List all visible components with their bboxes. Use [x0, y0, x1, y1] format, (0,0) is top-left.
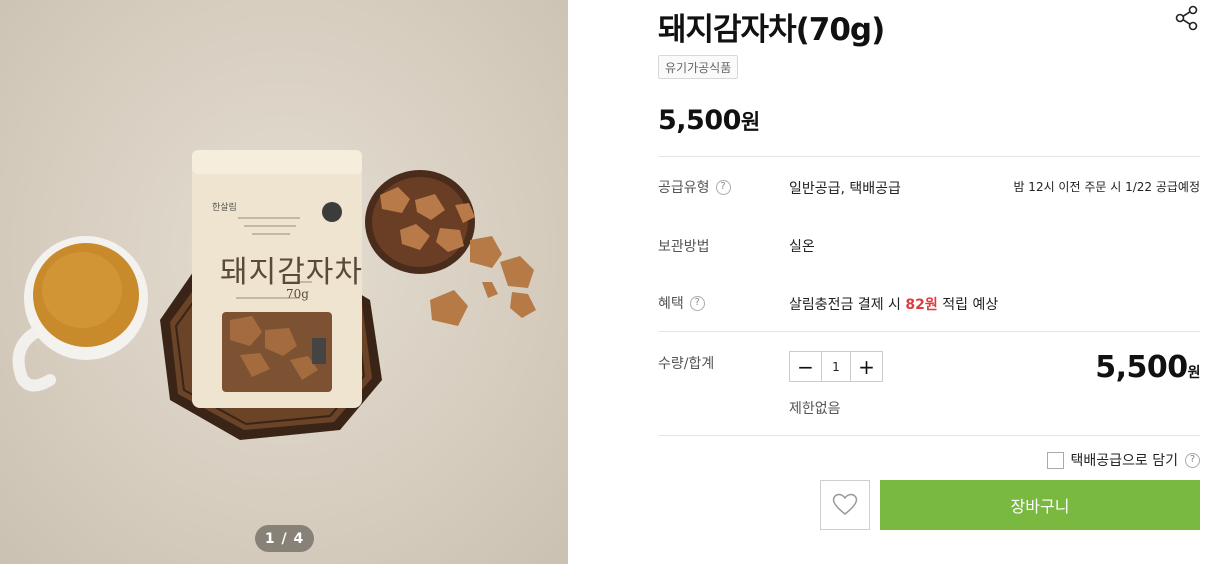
- storage-label: 보관방법: [658, 236, 710, 256]
- increase-quantity-button[interactable]: +: [851, 352, 882, 381]
- courier-option[interactable]: 택배공급으로 담기 ?: [1046, 450, 1200, 470]
- package-weight-text: 70g: [286, 287, 309, 301]
- benefit-label: 혜택 ?: [658, 293, 705, 313]
- storage-label-text: 보관방법: [658, 239, 710, 255]
- quantity-value[interactable]: 1: [821, 352, 851, 381]
- divider: [658, 156, 1200, 157]
- help-icon[interactable]: ?: [689, 295, 705, 311]
- supply-type-label: 공급유형 ?: [658, 177, 731, 197]
- courier-label[interactable]: 택배공급으로 담기: [1071, 450, 1179, 470]
- package-brand-text: 한살림: [212, 201, 237, 212]
- image-pager: 1 / 4: [255, 525, 314, 552]
- quantity-limit-text: 제한없음: [789, 401, 841, 417]
- plus-icon: +: [858, 354, 875, 379]
- package-title-text: 돼지감자차: [220, 255, 363, 290]
- price-amount: 5,500: [658, 105, 741, 136]
- pager-separator: /: [281, 530, 288, 547]
- benefit-label-text: 혜택: [658, 296, 684, 312]
- tea-cup-illustration: [12, 236, 148, 392]
- benefit-points: 82원: [905, 297, 938, 313]
- total-amount: 5,500: [1095, 350, 1188, 385]
- order-total: 5,500원: [1095, 350, 1200, 385]
- supply-type-label-text: 공급유형: [658, 180, 710, 196]
- product-category-tag: 유기가공식품: [658, 55, 739, 79]
- supply-schedule-note: 밤 12시 이전 주문 시 1/22 공급예정: [1013, 180, 1200, 194]
- help-icon[interactable]: ?: [715, 179, 731, 195]
- decrease-quantity-button[interactable]: −: [790, 352, 821, 381]
- wishlist-button[interactable]: [820, 480, 870, 530]
- benefit-suffix: 적립 예상: [942, 297, 999, 313]
- pager-current: 1: [264, 530, 276, 547]
- price-unit: 원: [740, 110, 760, 134]
- supply-type-value: 일반공급, 택배공급: [789, 181, 901, 197]
- quantity-stepper[interactable]: − 1 +: [789, 351, 883, 382]
- product-title: 돼지감자차(70g): [658, 12, 885, 48]
- product-photo: 한살림 돼지감자차 70g: [12, 150, 536, 440]
- courier-checkbox[interactable]: [1046, 451, 1064, 469]
- add-to-cart-button[interactable]: 장바구니: [880, 480, 1200, 530]
- divider: [658, 331, 1200, 332]
- divider: [658, 435, 1200, 436]
- pager-total: 4: [293, 530, 305, 547]
- share-button[interactable]: [1174, 5, 1200, 31]
- quantity-label: 수량/합계: [658, 356, 715, 372]
- wooden-dish-illustration: [365, 170, 475, 274]
- heart-icon: [832, 493, 858, 515]
- storage-value: 실온: [789, 239, 815, 255]
- help-icon[interactable]: ?: [1185, 452, 1200, 468]
- product-info-panel: 돼지감자차(70g) 유기가공식품 5,500원 공급유형 ? 일반공급, 택배…: [658, 0, 1201, 564]
- total-unit: 원: [1187, 365, 1201, 381]
- product-image-gallery[interactable]: 한살림 돼지감자차 70g 1 / 4: [0, 0, 568, 564]
- benefit-value: 살림충전금 결제 시 82원 적립 예상: [789, 294, 998, 314]
- benefit-prefix: 살림충전금 결제 시: [789, 297, 901, 313]
- minus-icon: −: [797, 354, 814, 379]
- share-icon: [1175, 5, 1198, 31]
- product-price: 5,500원: [658, 105, 760, 136]
